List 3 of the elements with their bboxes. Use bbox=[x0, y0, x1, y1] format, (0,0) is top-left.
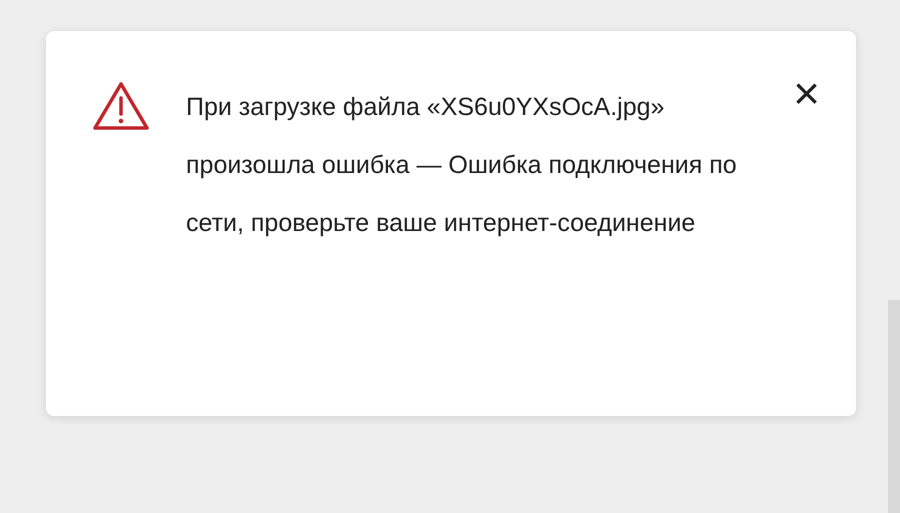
warning-icon bbox=[92, 81, 150, 131]
close-button[interactable]: × bbox=[787, 73, 826, 113]
error-message: При загрузке файла «XS6u0YXsOcA.jpg» произошла ошибка — Ошибка подключения по сети, проверьте ваше интернет-соединение bbox=[186, 92, 738, 239]
